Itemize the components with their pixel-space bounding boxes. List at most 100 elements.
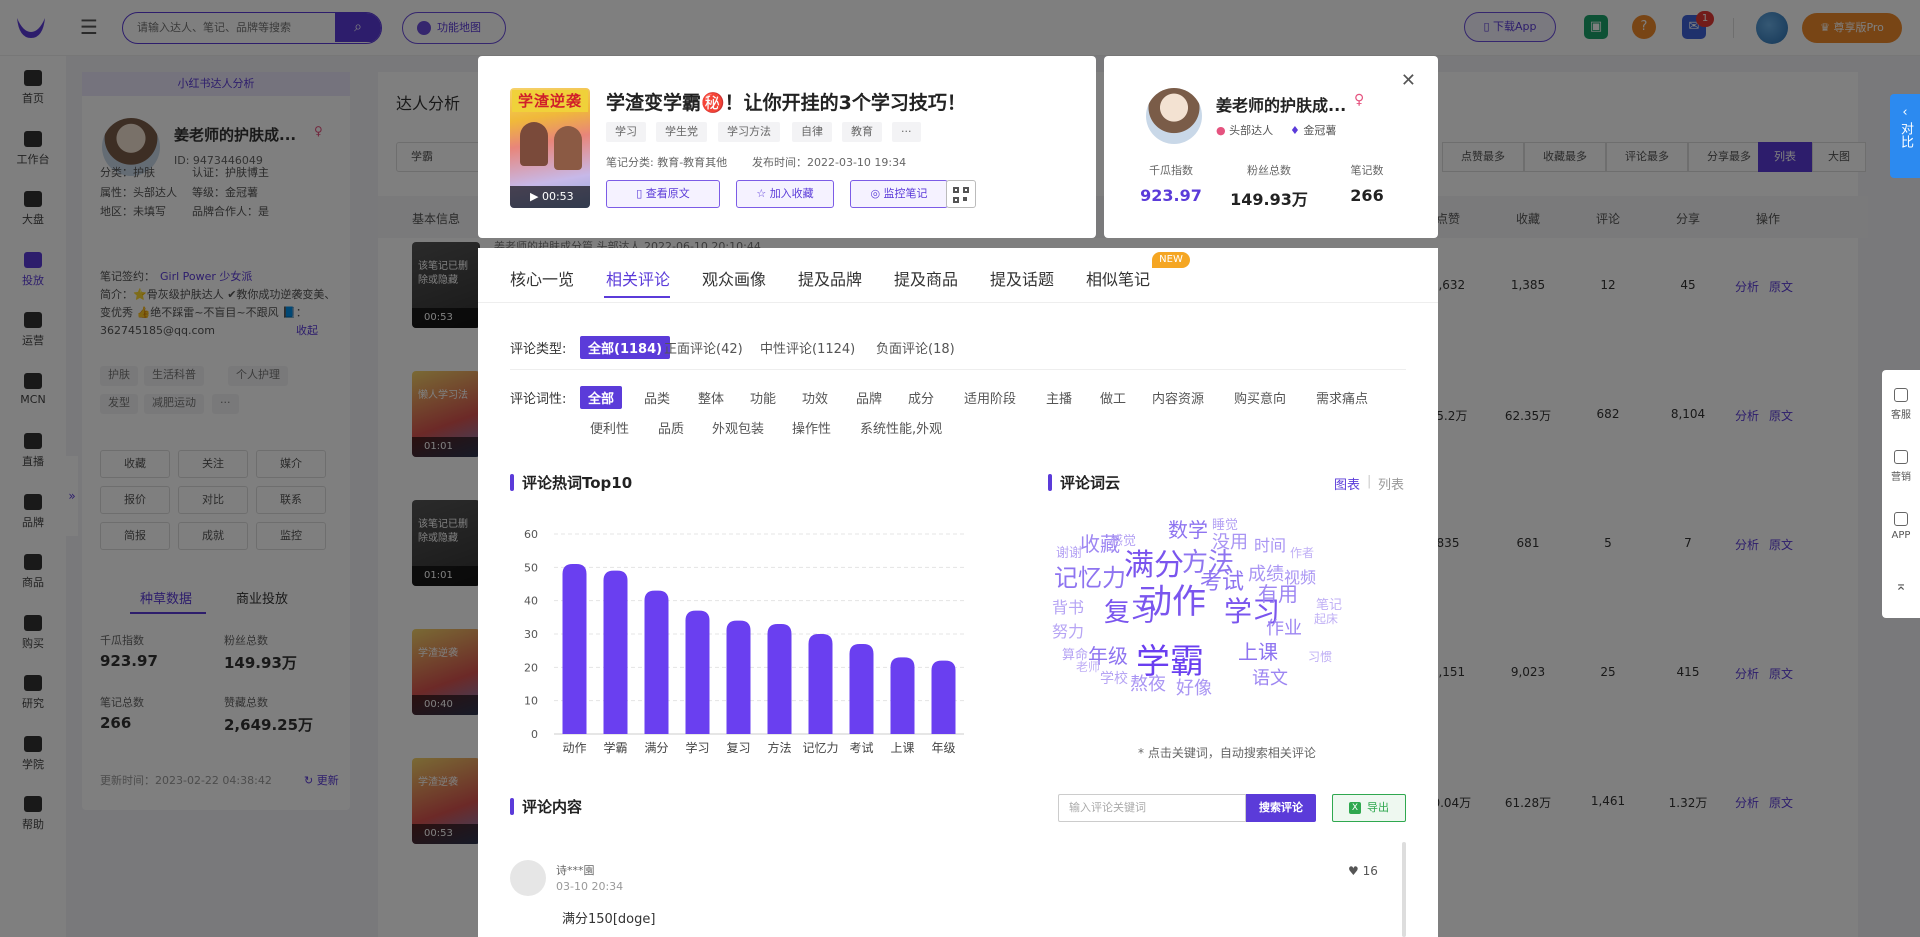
note-cover[interactable]: 学渣逆袭 ▶ 00:53 [510, 88, 590, 208]
panel-tab-5[interactable]: 提及话题 [990, 266, 1054, 290]
panel-tab-6[interactable]: 相似笔记 [1086, 266, 1150, 290]
bar-年级[interactable] [931, 660, 956, 734]
word-cloud-word[interactable]: 数学 [1168, 514, 1208, 543]
word-cloud-word[interactable]: 成绩 [1248, 560, 1284, 586]
view-list-toggle[interactable]: 列表 [1378, 474, 1404, 493]
word-cloud-word[interactable]: 背书 [1052, 594, 1084, 618]
chart-icon [1894, 450, 1908, 464]
panel-tab-1[interactable]: 相关评论 [606, 266, 670, 290]
author-name[interactable]: 姜老师的护肤成... [1216, 92, 1346, 116]
compare-label: 对比 [1898, 122, 1913, 148]
note-cover-text: 学渣逆袭 [512, 90, 588, 112]
bar-记忆力[interactable] [808, 634, 833, 734]
comment-attr-option[interactable]: 操作性 [792, 418, 831, 437]
comment-attr-option[interactable]: 购买意向 [1234, 388, 1286, 407]
close-icon[interactable]: ✕ [1401, 70, 1416, 91]
word-cloud-word[interactable]: 学校 [1100, 668, 1128, 688]
bar-动作[interactable] [562, 564, 587, 734]
comment-attr-option[interactable]: 品类 [644, 388, 670, 407]
comment-attr-option[interactable]: 成分 [908, 388, 934, 407]
word-cloud-word[interactable]: 感觉 [1110, 530, 1136, 549]
bar-复习[interactable] [726, 620, 751, 734]
comment-attr-option[interactable]: 系统性能,外观 [860, 418, 942, 437]
bar-满分[interactable] [644, 590, 669, 734]
bar-上课[interactable] [890, 657, 915, 734]
compare-float-button[interactable]: ‹ 对比 [1890, 94, 1920, 178]
comment-type-option[interactable]: 正面评论(42) [664, 338, 743, 357]
panel-tab-3[interactable]: 提及品牌 [798, 266, 862, 290]
word-cloud-word[interactable]: 习惯 [1308, 648, 1332, 665]
word-cloud-word[interactable]: 视频 [1284, 564, 1316, 588]
comment-type-option[interactable]: 中性评论(1124) [760, 338, 855, 357]
comment-attr-option[interactable]: 品牌 [856, 388, 882, 407]
panel-tab-2[interactable]: 观众画像 [702, 266, 766, 290]
comment-attr-option[interactable]: 功能 [750, 388, 776, 407]
bar-学习[interactable] [685, 610, 710, 734]
word-cloud-word[interactable]: 好像 [1176, 674, 1212, 700]
x-tick-label: 复习 [726, 741, 750, 755]
comment-attr-option[interactable]: 外观包装 [712, 418, 764, 437]
marketing-button[interactable]: 营销 [1882, 450, 1920, 483]
view-chart-toggle[interactable]: 图表 [1334, 474, 1360, 493]
author-stat-label: 粉丝总数 [1247, 164, 1291, 177]
comment-scrollbar[interactable] [1402, 842, 1406, 937]
word-cloud-word[interactable]: 语文 [1252, 664, 1288, 690]
word-cloud-word[interactable]: 努力 [1052, 618, 1084, 642]
comment-attr-label: 评论词性: [510, 392, 567, 407]
comment-attr-option[interactable]: 全部 [580, 386, 623, 409]
monitor-note-button[interactable]: ◎ 监控笔记 [850, 180, 948, 208]
comment-likes: ♥ 16 [1348, 864, 1378, 878]
word-cloud-word[interactable]: 老师 [1076, 658, 1100, 675]
word-cloud-word[interactable]: 谢谢 [1056, 542, 1082, 561]
word-cloud-word[interactable]: 睡觉 [1212, 514, 1238, 533]
view-original-button[interactable]: ▯ 查看原文 [606, 180, 720, 208]
word-cloud-word[interactable]: 起床 [1314, 610, 1338, 627]
comment-attr-option[interactable]: 做工 [1100, 388, 1126, 407]
divider [478, 302, 1438, 303]
comment-attr-option[interactable]: 品质 [658, 418, 684, 437]
y-tick-label: 0 [531, 728, 538, 741]
word-cloud-word[interactable]: 记忆力 [1054, 558, 1126, 593]
comment-attr-option[interactable]: 需求痛点 [1316, 388, 1368, 407]
add-favorite-button[interactable]: ☆ 加入收藏 [736, 180, 834, 208]
word-cloud-word[interactable]: 复习 [1104, 592, 1156, 629]
word-cloud-word[interactable]: 考试 [1200, 564, 1244, 596]
word-cloud-word[interactable]: 作者 [1290, 544, 1314, 561]
bar-方法[interactable] [767, 624, 792, 734]
word-cloud-hint: * 点击关键词，自动搜索相关评论 [1138, 746, 1316, 760]
qr-code-icon[interactable] [946, 180, 976, 208]
panel-tab-4[interactable]: 提及商品 [894, 266, 958, 290]
view-toggle-separator: | [1367, 474, 1372, 489]
panel-tab-0[interactable]: 核心一览 [510, 266, 574, 290]
comment-attr-option[interactable]: 整体 [698, 388, 724, 407]
comment-attr-option[interactable]: 功效 [802, 388, 828, 407]
note-tag: 教育 [842, 122, 882, 142]
bar-学霸[interactable] [603, 570, 628, 734]
word-cloud-word[interactable]: 时间 [1254, 532, 1286, 556]
author-badge-text: 金冠薯 [1303, 124, 1337, 137]
y-tick-label: 40 [524, 595, 538, 608]
author-stat-label: 笔记数 [1350, 164, 1384, 177]
word-cloud-word[interactable]: 熬夜 [1130, 670, 1166, 696]
comment-type-option[interactable]: 负面评论(18) [876, 338, 955, 357]
note-detail-panel: 核心一览 相关评论 观众画像 提及品牌 提及商品 提及话题 相似笔记 NEW 评论类型: 全… [478, 248, 1438, 937]
comment-attr-option[interactable]: 内容资源 [1152, 388, 1204, 407]
word-cloud-word[interactable]: 上课 [1238, 636, 1278, 665]
comment-attr-option[interactable]: 主播 [1046, 388, 1072, 407]
comment-content-title: 评论内容 [510, 796, 582, 817]
comment-type-label: 评论类型: [510, 342, 567, 357]
comment-type-option[interactable]: 全部(1184) [580, 336, 671, 359]
hot-words-title: 评论热词Top10 [510, 472, 632, 493]
search-comment-button[interactable]: 搜索评论 [1246, 794, 1316, 822]
back-to-top-icon[interactable]: ⌅ [1882, 578, 1920, 594]
author-avatar[interactable] [1146, 88, 1202, 144]
y-tick-label: 10 [524, 695, 538, 708]
customer-service-button[interactable]: 客服 [1882, 388, 1920, 421]
comment-attr-option[interactable]: 便利性 [590, 418, 629, 437]
bar-考试[interactable] [849, 644, 874, 734]
export-button[interactable]: X 导出 [1332, 794, 1406, 822]
app-button[interactable]: APP [1882, 512, 1920, 541]
word-cloud-word[interactable]: 作业 [1266, 614, 1302, 640]
comment-search-input[interactable]: 输入评论关键词 [1058, 794, 1246, 822]
comment-attr-option[interactable]: 适用阶段 [964, 388, 1016, 407]
